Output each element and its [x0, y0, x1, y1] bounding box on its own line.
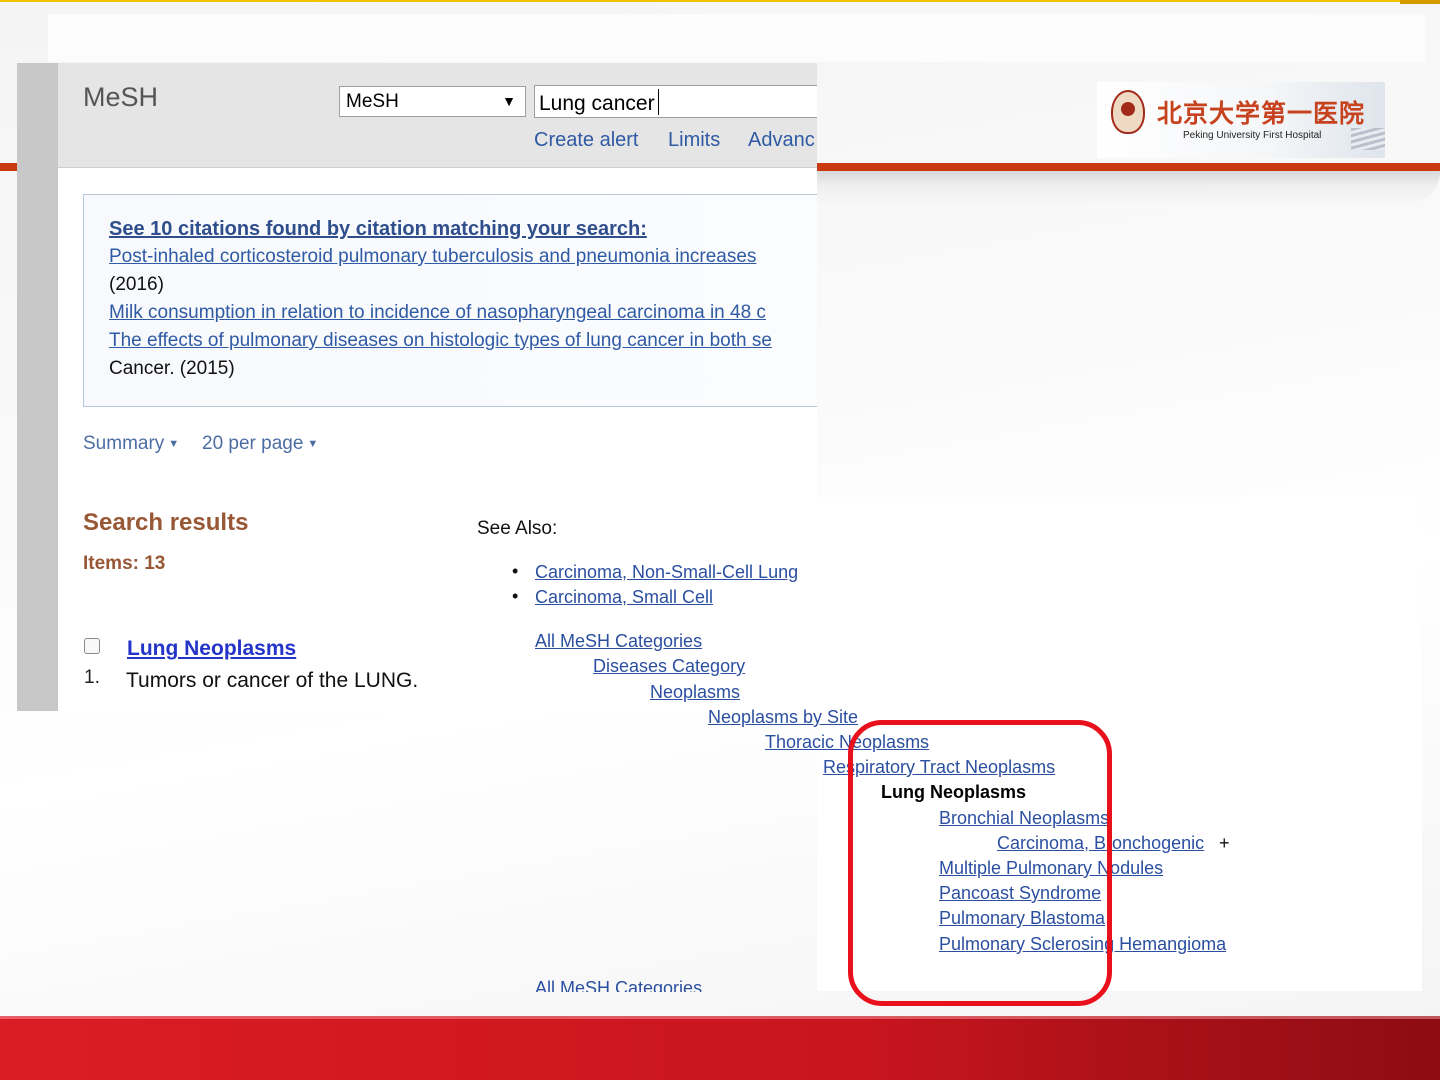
- hospital-logo: 北京大学第一医院 Peking University First Hospita…: [1097, 82, 1385, 158]
- header-band: [48, 14, 1426, 62]
- caret-down-icon: ▼: [168, 438, 180, 450]
- highlight-annotation: [848, 720, 1112, 1006]
- text-cursor: [657, 89, 659, 115]
- per-page-menu[interactable]: 20 per page ▼: [202, 433, 318, 455]
- tree-node-link[interactable]: Neoplasms by Site: [708, 707, 858, 728]
- see-also-label: See Also:: [477, 518, 558, 539]
- tree-node-link[interactable]: All MeSH Categories: [535, 631, 702, 652]
- result-title-link[interactable]: Lung Neoplasms: [127, 637, 296, 661]
- citation-source: (2016): [109, 274, 164, 295]
- tree-node-link[interactable]: Diseases Category: [593, 656, 745, 677]
- items-count: Items: 13: [83, 553, 166, 574]
- result-description: Tumors or cancer of the LUNG.: [126, 669, 419, 692]
- result-checkbox[interactable]: [84, 638, 100, 654]
- divider-shadow: [800, 171, 1440, 205]
- limits-link[interactable]: Limits: [668, 129, 720, 152]
- advanced-link[interactable]: Advanc: [748, 129, 815, 152]
- create-alert-link[interactable]: Create alert: [534, 129, 639, 152]
- result-number: 1.: [84, 667, 100, 688]
- emblem-icon: [1111, 90, 1145, 134]
- citation-match-box: See 10 citations found by citation match…: [83, 194, 817, 407]
- summary-label: Summary: [83, 433, 165, 454]
- caret-down-icon: ▼: [307, 438, 319, 450]
- citation-link[interactable]: The effects of pulmonary diseases on his…: [109, 330, 772, 352]
- see-also-link[interactable]: Carcinoma, Non-Small-Cell Lung: [535, 562, 798, 583]
- database-select-value: MeSH: [346, 91, 399, 112]
- per-page-label: 20 per page: [202, 433, 304, 454]
- bullet-icon: •: [512, 586, 519, 606]
- citation-source: Cancer. (2015): [109, 358, 235, 379]
- summary-format-menu[interactable]: Summary ▼: [83, 433, 179, 455]
- pubmed-screenshot: MeSH MeSH ▼ Lung cancer Create alert Lim…: [17, 63, 817, 711]
- citation-link[interactable]: Post-inhaled corticosteroid pulmonary tu…: [109, 246, 756, 268]
- top-corner-mark: [1400, 0, 1440, 4]
- dropdown-arrow-icon: ▼: [502, 93, 516, 109]
- left-strip: [17, 63, 58, 711]
- logo-stripes: [1351, 128, 1385, 150]
- search-input[interactable]: Lung cancer: [534, 85, 817, 118]
- top-accent-line: [0, 0, 1440, 2]
- citation-heading-link[interactable]: See 10 citations found by citation match…: [109, 218, 647, 241]
- results-heading: Search results: [83, 509, 249, 536]
- see-also-link[interactable]: Carcinoma, Small Cell: [535, 587, 713, 608]
- logo-chinese-name: 北京大学第一医院: [1157, 99, 1366, 128]
- expand-plus-icon[interactable]: +: [1219, 833, 1230, 854]
- app-title: MeSH: [83, 82, 159, 112]
- search-header: MeSH MeSH ▼ Lung cancer Create alert Lim…: [58, 63, 817, 168]
- logo-english-name: Peking University First Hospital: [1183, 130, 1322, 141]
- tree-node-label: All MeSH Categories: [535, 978, 703, 992]
- tree-node-link[interactable]: Neoplasms: [650, 682, 740, 703]
- bullet-icon: •: [512, 561, 519, 581]
- search-input-value: Lung cancer: [539, 92, 655, 115]
- tree-node-link-clipped[interactable]: All MeSH Categories: [535, 978, 735, 992]
- footer-band: [0, 1016, 1440, 1080]
- citation-link[interactable]: Milk consumption in relation to incidenc…: [109, 302, 766, 324]
- database-select[interactable]: MeSH ▼: [339, 86, 526, 117]
